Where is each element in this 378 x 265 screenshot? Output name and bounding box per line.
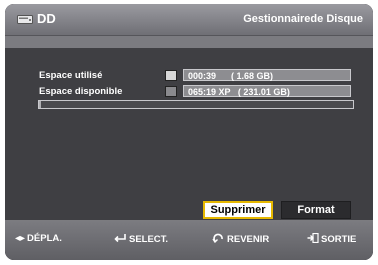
disk-usage-fill [39, 101, 42, 108]
title-bar: DD Gestionnairede Disque [5, 4, 373, 36]
footer-select-label: SELECT. [129, 234, 169, 245]
sub-bar [5, 36, 373, 48]
disc-label: DD [37, 11, 56, 26]
enter-icon [113, 233, 127, 246]
footer-select: SELECT. [113, 233, 168, 246]
disc-manager-window: DD Gestionnairede Disque Espace utilisé … [5, 4, 373, 260]
footer-exit: SORTIE [307, 232, 357, 246]
free-space-label: Espace disponible [39, 85, 123, 97]
footer-move-label: DÉPLA. [27, 233, 62, 244]
used-space-swatch [165, 69, 177, 81]
left-right-arrows-icon: ◂▸ [15, 233, 26, 244]
free-space-value: 065:19 XP ( 231.01 GB) [183, 85, 351, 97]
delete-button[interactable]: Supprimer [203, 201, 273, 219]
free-space-row: Espace disponible 065:19 XP ( 231.01 GB) [39, 84, 351, 98]
free-space-swatch [165, 85, 177, 97]
hdd-icon [17, 13, 33, 24]
footer-move: ◂▸ DÉPLA. [15, 233, 62, 244]
return-icon [212, 233, 225, 246]
footer-back-label: REVENIR [227, 234, 270, 245]
format-button[interactable]: Format [281, 201, 351, 219]
used-space-row: Espace utilisé 000:39 ( 1.68 GB) [39, 68, 351, 82]
footer-exit-label: SORTIE [321, 234, 357, 245]
footer-back: REVENIR [212, 233, 269, 246]
exit-icon [307, 232, 319, 246]
used-space-value: 000:39 ( 1.68 GB) [183, 69, 351, 81]
footer-bar: ◂▸ DÉPLA. SELECT. REVENIR SORTIE [5, 220, 373, 260]
screen-title: Gestionnairede Disque [243, 13, 363, 25]
content-panel: Espace utilisé 000:39 ( 1.68 GB) Espace … [5, 48, 373, 220]
disk-usage-bar [38, 100, 354, 109]
used-space-label: Espace utilisé [39, 69, 103, 81]
disc-indicator: DD [17, 11, 56, 26]
